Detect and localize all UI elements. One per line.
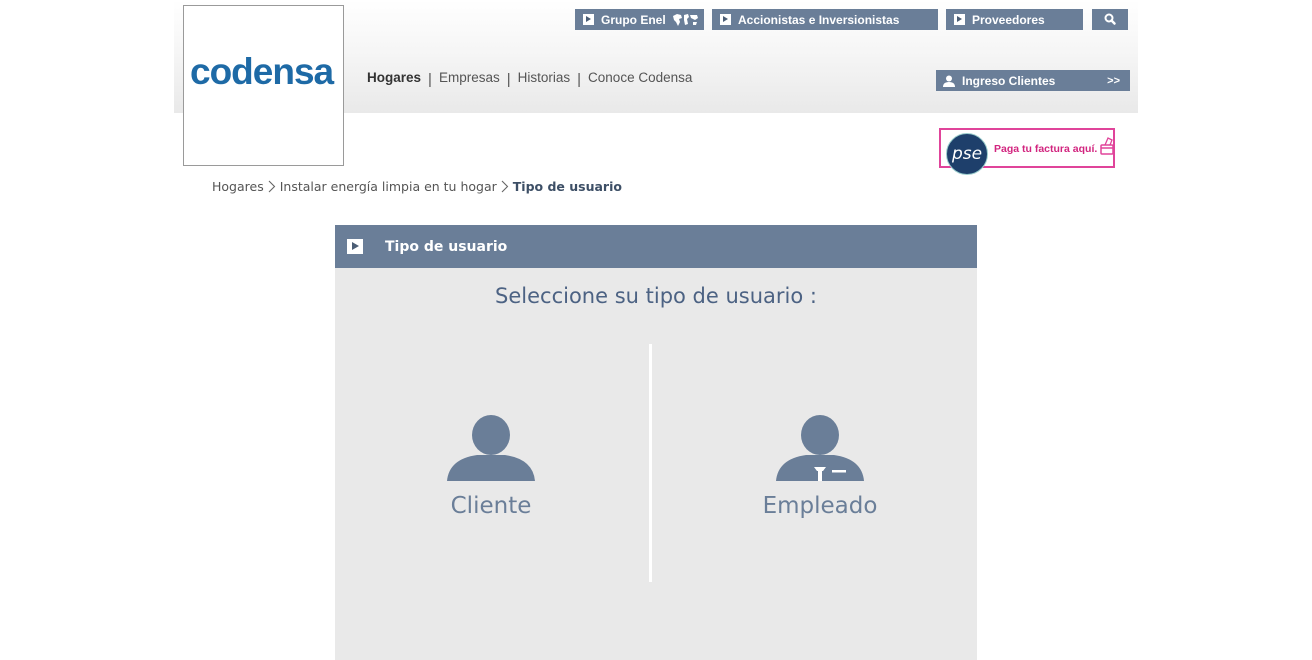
user-type-panel: Tipo de usuario Seleccione su tipo de us… — [335, 225, 977, 660]
pse-logo-text: pse — [951, 144, 983, 164]
panel-header: Tipo de usuario — [335, 225, 977, 268]
breadcrumb-instalar[interactable]: Instalar energía limpia en tu hogar — [280, 179, 497, 194]
card-payment-icon — [1100, 137, 1114, 155]
chevron-right-icon: >> — [1107, 74, 1120, 87]
proveedores-label: Proveedores — [972, 12, 1045, 27]
proveedores-button[interactable]: Proveedores — [946, 9, 1083, 30]
ingreso-clientes-button[interactable]: Ingreso Clientes >> — [936, 70, 1130, 91]
arrow-icon — [720, 14, 731, 25]
user-icon — [943, 75, 955, 87]
grupo-enel-button[interactable]: Grupo Enel — [575, 9, 704, 30]
main-nav: Hogares | Empresas | Historias | Conoce … — [367, 69, 692, 88]
empleado-option[interactable]: Empleado — [720, 415, 920, 535]
arrow-icon — [954, 14, 965, 25]
nav-hogares[interactable]: Hogares — [367, 70, 421, 85]
chevron-right-icon — [268, 180, 276, 193]
breadcrumb-current: Tipo de usuario — [512, 179, 622, 194]
cliente-option[interactable]: Cliente — [391, 415, 591, 535]
ingreso-clientes-label: Ingreso Clientes — [962, 73, 1056, 88]
grupo-enel-label: Grupo Enel — [601, 12, 666, 27]
arrow-icon — [583, 14, 594, 25]
arrow-icon — [347, 239, 363, 254]
nav-historias[interactable]: Historias — [518, 70, 571, 85]
codensa-logo[interactable]: codensa — [183, 5, 344, 166]
nav-separator: | — [577, 71, 582, 88]
accionistas-label: Accionistas e Inversionistas — [738, 12, 900, 27]
pse-pay-banner[interactable]: pse Paga tu factura aquí. — [939, 128, 1115, 175]
empleado-label: Empleado — [762, 493, 878, 519]
employee-icon — [776, 415, 864, 481]
panel-title: Tipo de usuario — [385, 238, 508, 255]
nav-separator: | — [428, 71, 432, 88]
nav-empresas[interactable]: Empresas — [439, 70, 500, 85]
pse-logo: pse — [946, 133, 988, 175]
user-icon — [447, 415, 535, 481]
breadcrumb-hogares[interactable]: Hogares — [212, 179, 264, 194]
world-map-icon — [672, 13, 698, 26]
nav-conoce-codensa[interactable]: Conoce Codensa — [588, 70, 692, 85]
user-type-prompt: Seleccione su tipo de usuario : — [495, 284, 817, 308]
search-icon — [1104, 13, 1116, 25]
breadcrumb: Hogares Instalar energía limpia en tu ho… — [212, 179, 622, 194]
logo-text: codensa — [190, 51, 334, 92]
chevron-right-icon — [501, 180, 509, 193]
nav-separator: | — [506, 71, 511, 88]
search-button[interactable] — [1092, 9, 1128, 30]
pse-text: Paga tu factura aquí. — [994, 143, 1098, 155]
page: codensa Grupo Enel Accionistas e Inversi… — [0, 0, 1312, 660]
accionistas-button[interactable]: Accionistas e Inversionistas — [712, 9, 938, 30]
divider — [649, 344, 652, 582]
cliente-label: Cliente — [450, 493, 532, 519]
